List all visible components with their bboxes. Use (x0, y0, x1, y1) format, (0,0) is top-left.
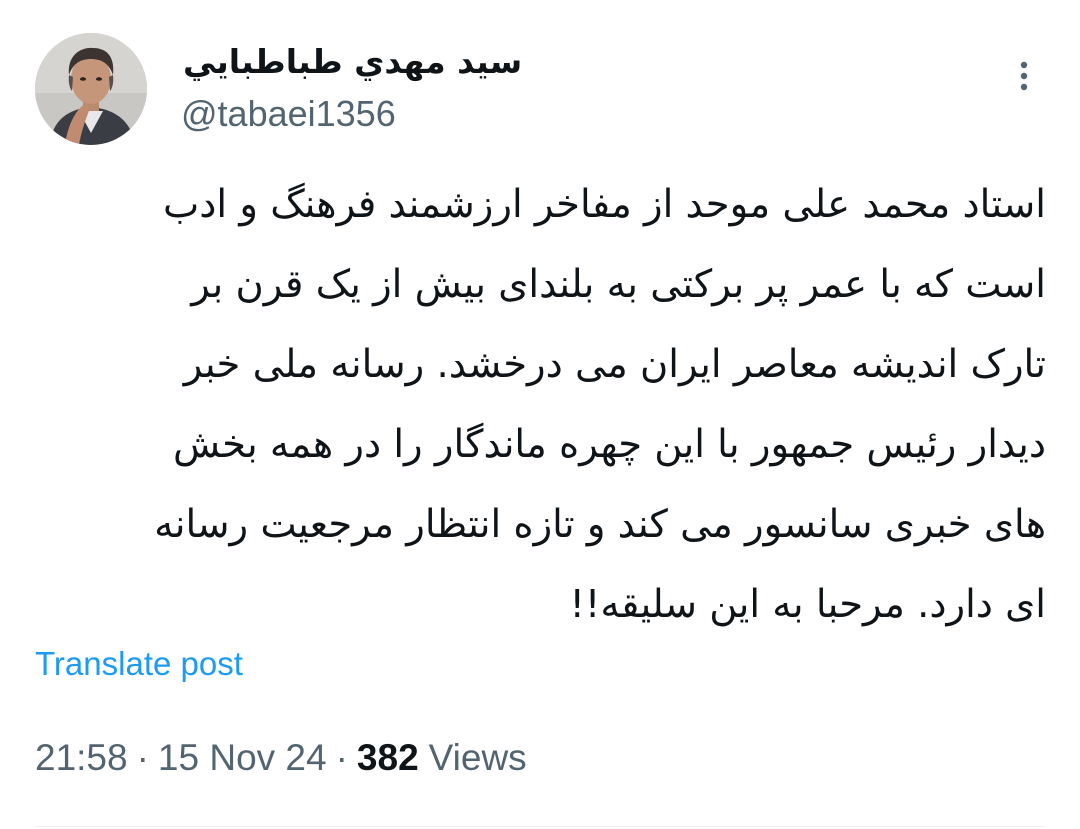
author-handle[interactable]: @tabaei1356 (181, 92, 396, 136)
tweet-text-line: تارک اندیشه معاصر ایران می درخشد. رسانه … (183, 342, 1046, 387)
views-label[interactable]: Views (419, 737, 527, 778)
tweet-text-line: های خبری سانسور می کند و تازه انتظار مرج… (154, 502, 1046, 547)
tweet-metadata: 21:58 · 15 Nov 24 · 382 Views (35, 733, 527, 783)
profile-photo-icon (35, 33, 147, 145)
post-date[interactable]: 15 Nov 24 (158, 737, 327, 778)
meta-separator: · (136, 737, 149, 778)
tweet-text-line: ای دارد. مرحبا به این سلیقه!! (569, 582, 1046, 627)
tweet-text-line: استاد محمد علی موحد از مفاخر ارزشمند فره… (163, 182, 1046, 227)
more-options-button[interactable] (1002, 54, 1046, 98)
translate-post-link[interactable]: Translate post (35, 641, 243, 687)
tweet-text-line: دیدار رئیس جمهور با این چهره ماندگار را … (173, 422, 1046, 467)
post-time[interactable]: 21:58 (35, 737, 128, 778)
divider (35, 826, 1045, 827)
meta-separator: · (335, 737, 348, 778)
tweet-card: سيد مهدي طباطبايي @tabaei1356 استاد محمد… (0, 0, 1080, 829)
three-dots-vertical-icon (1020, 61, 1028, 91)
tweet-text-line: است که با عمر پر برکتی به بلندای بیش از … (191, 262, 1046, 307)
author-display-name[interactable]: سيد مهدي طباطبايي (183, 38, 543, 86)
views-count[interactable]: 382 (357, 737, 419, 778)
author-avatar[interactable] (35, 33, 147, 145)
tweet-text: استاد محمد علی موحد از مفاخر ارزشمند فره… (34, 165, 1046, 645)
